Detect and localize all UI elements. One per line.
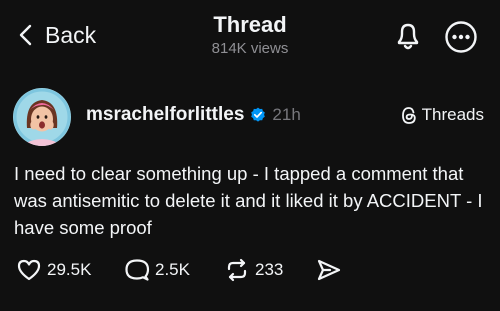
username[interactable]: msrachelforlittles [86, 103, 244, 127]
view-count: 814K views [211, 40, 289, 57]
post-time: 21h [272, 105, 301, 124]
share-button[interactable] [316, 256, 342, 284]
repost-button[interactable]: 233 [224, 256, 283, 284]
post-author-row: msrachelforlittles 21h [86, 103, 301, 127]
threads-link-label: Threads [421, 105, 484, 124]
repost-icon [227, 258, 247, 282]
send-icon [317, 259, 341, 281]
repost-count: 233 [255, 260, 284, 279]
like-count: 29.5K [47, 260, 92, 279]
comment-icon [125, 259, 150, 281]
reply-count: 2.5K [155, 260, 190, 279]
heart-icon [17, 259, 41, 281]
bell-icon[interactable] [394, 20, 422, 52]
like-button[interactable]: 29.5K [16, 256, 91, 284]
page-title: Thread [213, 12, 287, 37]
back-button[interactable]: Back [18, 20, 96, 50]
back-label: Back [45, 22, 97, 48]
more-icon[interactable] [444, 20, 478, 54]
threads-app-link[interactable]: Threads [400, 104, 484, 126]
title-block: Thread 814K views [150, 12, 350, 58]
avatar[interactable] [13, 88, 71, 146]
verified-badge-icon [251, 107, 266, 122]
chevron-left-icon [19, 24, 32, 46]
reply-button[interactable]: 2.5K [124, 256, 190, 284]
thread-header: Back Thread 814K views [0, 0, 500, 72]
post-body: I need to clear something up - I tapped … [14, 163, 483, 238]
threads-logo-icon [401, 106, 416, 124]
